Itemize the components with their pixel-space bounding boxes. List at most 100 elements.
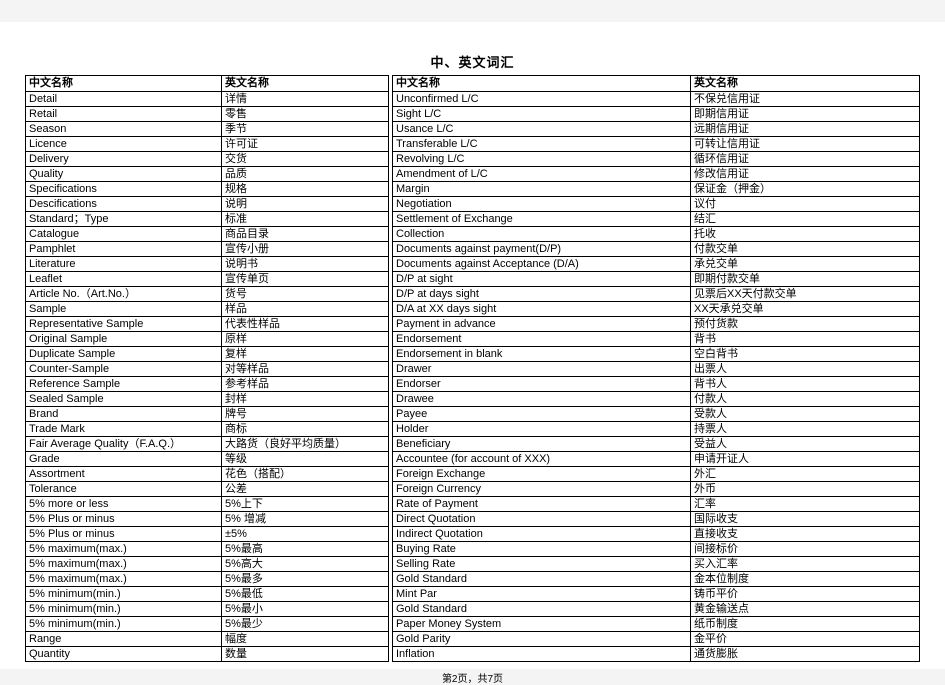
cell-term-english: 5% maximum(max.) xyxy=(25,556,222,572)
table-row: Payee 受款人 xyxy=(392,406,920,422)
cell-term-chinese: 结汇 xyxy=(690,211,920,227)
column-header-chinese-label: 中文名称 xyxy=(392,75,691,92)
column-header-english-label: 英文名称 xyxy=(221,75,389,92)
cell-term-english: Direct Quotation xyxy=(392,511,691,527)
table-row: Foreign Currency 外币 xyxy=(392,481,920,497)
cell-term-chinese: 受益人 xyxy=(690,436,920,452)
cell-term-english: Trade Mark xyxy=(25,421,222,437)
table-row: Trade Mark 商标 xyxy=(25,421,389,437)
glossary-table-right: 中文名称 英文名称 Unconfirmed L/C 不保兑信用证 Sight L/C… xyxy=(392,75,920,662)
cell-term-english: 5% more or less xyxy=(25,496,222,512)
cell-term-chinese: 即期付款交单 xyxy=(690,271,920,287)
table-row: Literature 说明书 xyxy=(25,256,389,272)
cell-term-chinese: 复样 xyxy=(221,346,389,362)
cell-term-chinese: 样品 xyxy=(221,301,389,317)
cell-term-english: Transferable L/C xyxy=(392,136,691,152)
cell-term-chinese: 许可证 xyxy=(221,136,389,152)
cell-term-english: Pamphlet xyxy=(25,241,222,257)
table-row: Holder 持票人 xyxy=(392,421,920,437)
table-row: Representative Sample 代表性样品 xyxy=(25,316,389,332)
cell-term-chinese: 循环信用证 xyxy=(690,151,920,167)
table-row: D/A at XX days sight XX天承兑交单 xyxy=(392,301,920,317)
cell-term-chinese: 议付 xyxy=(690,196,920,212)
cell-term-english: Grade xyxy=(25,451,222,467)
cell-term-chinese: 5%最高 xyxy=(221,541,389,557)
table-row: Revolving L/C 循环信用证 xyxy=(392,151,920,167)
cell-term-english: Holder xyxy=(392,421,691,437)
cell-term-english: Endorsement in blank xyxy=(392,346,691,362)
cell-term-english: Quality xyxy=(25,166,222,182)
cell-term-english: Tolerance xyxy=(25,481,222,497)
cell-term-chinese: 承兑交单 xyxy=(690,256,920,272)
table-row: 5% minimum(min.) 5%最小 xyxy=(25,601,389,617)
cell-term-english: Original Sample xyxy=(25,331,222,347)
page-footer: 第2页，共7页 xyxy=(441,674,504,685)
cell-term-chinese: 空白背书 xyxy=(690,346,920,362)
table-row: Licence 许可证 xyxy=(25,136,389,152)
table-row: Paper Money System 纸币制度 xyxy=(392,616,920,632)
cell-term-english: Detail xyxy=(25,91,222,107)
cell-term-english: Literature xyxy=(25,256,222,272)
table-row: Negotiation 议付 xyxy=(392,196,920,212)
cell-term-english: Collection xyxy=(392,226,691,242)
cell-term-chinese: 规格 xyxy=(221,181,389,197)
cell-term-chinese: 宣传小册 xyxy=(221,241,389,257)
cell-term-chinese: 标准 xyxy=(221,211,389,227)
table-row: 5% maximum(max.) 5%高大 xyxy=(25,556,389,572)
glossary-right-body: Unconfirmed L/C 不保兑信用证 Sight L/C 即期信用证 Usanc… xyxy=(392,91,920,662)
table-row: 5% Plus or minus ±5% xyxy=(25,526,389,542)
cell-term-chinese: 托收 xyxy=(690,226,920,242)
table-row: Indirect Quotation 直接收支 xyxy=(392,526,920,542)
cell-term-chinese: 详情 xyxy=(221,91,389,107)
table-row: Foreign Exchange 外汇 xyxy=(392,466,920,482)
cell-term-english: Usance L/C xyxy=(392,121,691,137)
cell-term-chinese: 说明 xyxy=(221,196,389,212)
table-row: Buying Rate 间接标价 xyxy=(392,541,920,557)
cell-term-english: Duplicate Sample xyxy=(25,346,222,362)
cell-term-chinese: 远期信用证 xyxy=(690,121,920,137)
cell-term-english: Standard；Type xyxy=(25,211,222,227)
cell-term-english: Buying Rate xyxy=(392,541,691,557)
cell-term-english: Sight L/C xyxy=(392,106,691,122)
table-row: Catalogue 商品目录 xyxy=(25,226,389,242)
table-row: 5% Plus or minus 5% 增减 xyxy=(25,511,389,527)
table-row: Mint Par 铸币平价 xyxy=(392,586,920,602)
cell-term-chinese: 5%最低 xyxy=(221,586,389,602)
table-row: Sight L/C 即期信用证 xyxy=(392,106,920,122)
cell-term-english: Leaflet xyxy=(25,271,222,287)
cell-term-chinese: 背书 xyxy=(690,331,920,347)
cell-term-chinese: ±5% xyxy=(221,526,389,542)
cell-term-english: Beneficiary xyxy=(392,436,691,452)
cell-term-chinese: 汇率 xyxy=(690,496,920,512)
cell-term-english: 5% maximum(max.) xyxy=(25,541,222,557)
cell-term-english: Foreign Currency xyxy=(392,481,691,497)
table-row: Retail 零售 xyxy=(25,106,389,122)
table-row: Documents against payment(D/P) 付款交单 xyxy=(392,241,920,257)
cell-term-english: Drawer xyxy=(392,361,691,377)
cell-term-chinese: 商标 xyxy=(221,421,389,437)
table-row: Documents against Acceptance (D/A) 承兑交单 xyxy=(392,256,920,272)
cell-term-chinese: 交货 xyxy=(221,151,389,167)
document-page: 中、英文词汇 中文名称 英文名称 Detail 详情 Retail 零售 Season 季… xyxy=(0,22,945,685)
table-row: Counter-Sample 对等样品 xyxy=(25,361,389,377)
cell-term-chinese: 即期信用证 xyxy=(690,106,920,122)
table-row: Tolerance 公差 xyxy=(25,481,389,497)
table-row: Gold Parity 金平价 xyxy=(392,631,920,647)
table-row: Unconfirmed L/C 不保兑信用证 xyxy=(392,91,920,107)
cell-term-english: Descifications xyxy=(25,196,222,212)
table-row: Payment in advance 预付货款 xyxy=(392,316,920,332)
cell-term-chinese: 出票人 xyxy=(690,361,920,377)
table-row: 5% more or less 5%上下 xyxy=(25,496,389,512)
cell-term-english: Accountee (for account of XXX) xyxy=(392,451,691,467)
table-row: Specifications 规格 xyxy=(25,181,389,197)
table-row: Beneficiary 受益人 xyxy=(392,436,920,452)
cell-term-chinese: XX天承兑交单 xyxy=(690,301,920,317)
cell-term-chinese: 宣传单页 xyxy=(221,271,389,287)
cell-term-chinese: 付款人 xyxy=(690,391,920,407)
table-row: Article No.（Art.No.） 货号 xyxy=(25,286,389,302)
cell-term-english: Margin xyxy=(392,181,691,197)
cell-term-chinese: 纸币制度 xyxy=(690,616,920,632)
cell-term-chinese: 外汇 xyxy=(690,466,920,482)
cell-term-english: Inflation xyxy=(392,646,691,662)
cell-term-chinese: 5%最小 xyxy=(221,601,389,617)
